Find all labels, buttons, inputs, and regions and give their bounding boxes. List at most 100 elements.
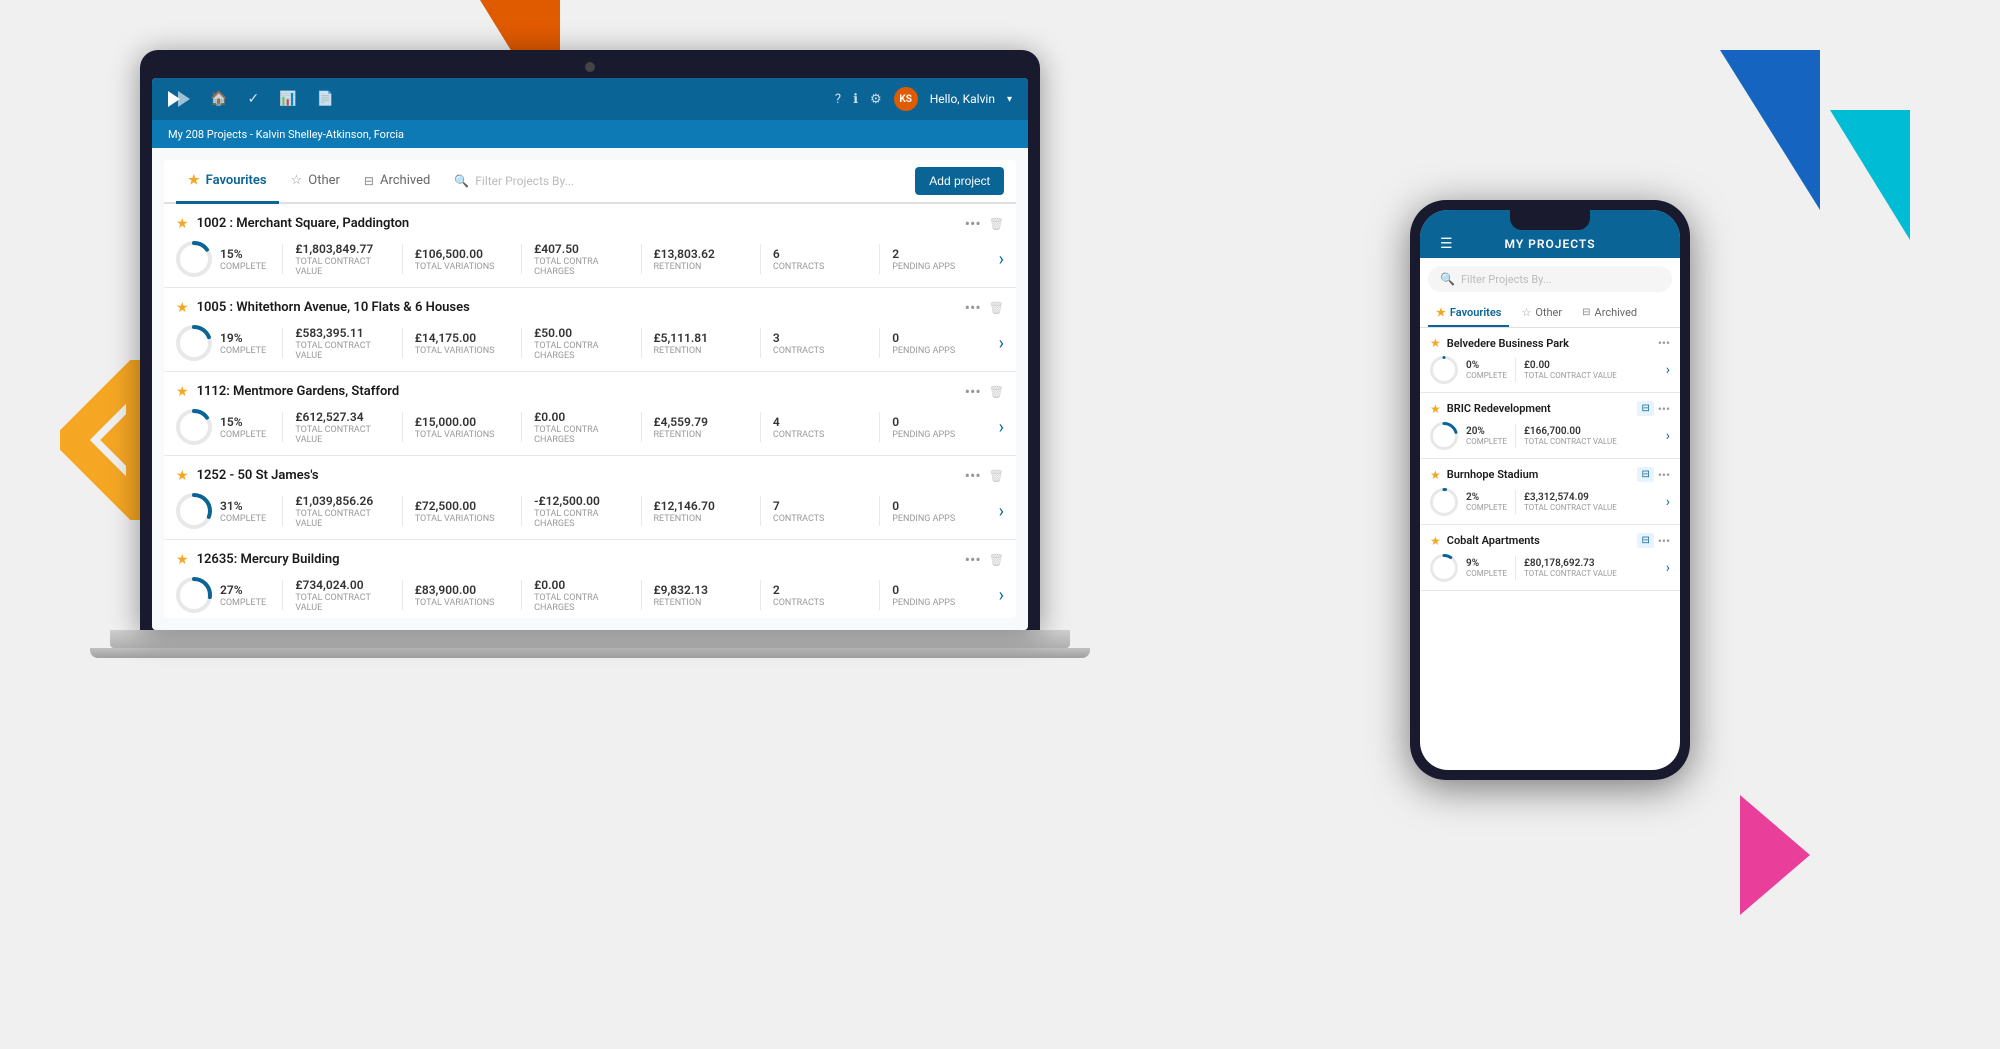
project-delete-button[interactable]: 🗑 (989, 301, 1004, 315)
project-actions: ••• 🗑 (965, 382, 1004, 401)
phone-stat-divider (1515, 424, 1516, 448)
stat-pending: 0 PENDING APPS (892, 331, 986, 356)
phone-stat-complete-label: COMPLETE (1466, 503, 1507, 512)
phone-search[interactable]: 🔍 Filter Projects By... (1428, 266, 1672, 292)
stat-complete-value: 19% (220, 331, 266, 345)
phone-dots-button[interactable]: ••• (1658, 534, 1670, 548)
phone-tab-archived-label: Archived (1595, 306, 1638, 319)
add-project-button[interactable]: Add project (915, 167, 1004, 195)
phone-tabs: ★ Favourites ☆ Other ⊟ Archived (1420, 300, 1680, 328)
phone-nav-arrow[interactable]: › (1666, 362, 1670, 378)
help-icon[interactable]: ? (835, 92, 841, 107)
project-item: ★ 12635: Mercury Building ••• 🗑 27% COMP… (164, 540, 1016, 618)
project-delete-button[interactable]: 🗑 (989, 217, 1004, 231)
phone-tab-favourites[interactable]: ★ Favourites (1428, 300, 1509, 327)
phone-project-header: ★ Burnhope Stadium ⊟ ••• (1430, 467, 1670, 482)
search-tab[interactable]: 🔍 Filter Projects By... (442, 174, 915, 188)
phone-project-actions: ⊟ ••• (1637, 401, 1670, 416)
dropdown-icon[interactable]: ▾ (1007, 94, 1012, 105)
project-delete-button[interactable]: 🗑 (989, 469, 1004, 483)
chart-icon[interactable]: 📊 (279, 91, 296, 107)
phone-project-item: ★ Burnhope Stadium ⊟ ••• 2% COMPLETE £3,… (1420, 459, 1680, 525)
phone-stat-complete-label: COMPLETE (1466, 437, 1507, 446)
phone-project-stats: 9% COMPLETE £80,178,692.73 TOTAL CONTRAC… (1430, 554, 1670, 582)
stat-contracts-value: 7 (773, 499, 824, 513)
project-nav-arrow[interactable]: › (999, 249, 1004, 270)
project-star-icon: ★ (176, 300, 189, 316)
stat-ret-value: £12,146.70 (654, 499, 715, 513)
phone-menu-icon[interactable]: ☰ (1440, 236, 1453, 252)
stat-tcv-label: TOTAL CONTRACT VALUE (295, 509, 389, 529)
project-dots-button[interactable]: ••• (965, 550, 981, 569)
stat-divider-3 (521, 580, 522, 610)
stat-pending-value: 0 (892, 331, 955, 345)
phone-docs-icon[interactable]: ⊟ (1637, 467, 1653, 482)
tab-other[interactable]: ☆ Other (279, 160, 352, 204)
phone-tab-other[interactable]: ☆ Other (1513, 300, 1570, 327)
stat-complete: 31% COMPLETE (176, 493, 270, 529)
phone-tab-favourites-label: Favourites (1450, 306, 1502, 319)
stat-tv-col: £72,500.00 TOTAL VARIATIONS (415, 499, 495, 524)
stat-tcv-label: TOTAL CONTRACT VALUE (295, 257, 389, 277)
phone-docs-icon[interactable]: ⊟ (1637, 533, 1653, 548)
user-avatar[interactable]: KS (894, 87, 918, 111)
tab-favourites[interactable]: ★ Favourites (176, 160, 279, 204)
stat-complete-col: 31% COMPLETE (220, 499, 266, 524)
project-title: 1252 - 50 St James's (197, 468, 319, 483)
stat-pending-col: 0 PENDING APPS (892, 415, 955, 440)
project-dots-button[interactable]: ••• (965, 466, 981, 485)
phone-nav-arrow[interactable]: › (1666, 494, 1670, 510)
stat-cc-col: -£12,500.00 TOTAL CONTRA CHARGES (534, 494, 628, 529)
stat-complete: 15% COMPLETE (176, 241, 270, 277)
phone-dots-button[interactable]: ••• (1658, 402, 1670, 416)
stat-complete: 15% COMPLETE (176, 409, 270, 445)
project-dots-button[interactable]: ••• (965, 298, 981, 317)
phone-stat-tcv: £3,312,574.09 TOTAL CONTRACT VALUE (1524, 492, 1617, 512)
phone-stat-tcv-value: £80,178,692.73 (1524, 558, 1617, 569)
stat-divider-5 (760, 412, 761, 442)
document-icon[interactable]: 📄 (317, 91, 334, 107)
project-nav-arrow[interactable]: › (999, 333, 1004, 354)
stat-ret-label: RETENTION (654, 346, 708, 356)
progress-ring (176, 577, 212, 613)
settings-icon[interactable]: ⚙ (870, 92, 882, 107)
stat-tcv-value: £1,803,849.77 (295, 242, 389, 256)
project-dots-button[interactable]: ••• (965, 382, 981, 401)
info-icon[interactable]: ℹ (853, 92, 858, 107)
stat-cc-label: TOTAL CONTRA CHARGES (534, 425, 628, 445)
stat-tv: £72,500.00 TOTAL VARIATIONS (415, 499, 509, 524)
project-nav-arrow[interactable]: › (999, 501, 1004, 522)
stat-contracts-col: 3 CONTRACTS (773, 331, 824, 356)
subheader-text: My 208 Projects - Kalvin Shelley-Atkinso… (168, 128, 404, 141)
phone-nav-arrow[interactable]: › (1666, 428, 1670, 444)
stat-ret-value: £13,803.62 (654, 247, 715, 261)
stat-cc-col: £0.00 TOTAL CONTRA CHARGES (534, 578, 628, 613)
phone-dots-button[interactable]: ••• (1658, 336, 1670, 350)
phone-docs-icon[interactable]: ⊟ (1637, 401, 1653, 416)
stat-ret: £13,803.62 RETENTION (654, 247, 748, 272)
stat-tcv-col: £1,803,849.77 TOTAL CONTRACT VALUE (295, 242, 389, 277)
stat-tv-col: £83,900.00 TOTAL VARIATIONS (415, 583, 495, 608)
phone-tab-archived[interactable]: ⊟ Archived (1574, 300, 1645, 327)
project-delete-button[interactable]: 🗑 (989, 553, 1004, 567)
project-delete-button[interactable]: 🗑 (989, 385, 1004, 399)
stat-divider (282, 328, 283, 358)
logo-arrow-2 (178, 91, 190, 107)
stat-divider-4 (641, 412, 642, 442)
project-dots-button[interactable]: ••• (965, 214, 981, 233)
phone-nav-arrow[interactable]: › (1666, 560, 1670, 576)
phone-stat-tcv-value: £166,700.00 (1524, 426, 1617, 437)
stat-pending-col: 0 PENDING APPS (892, 499, 955, 524)
check-icon[interactable]: ✓ (247, 91, 259, 107)
project-nav-arrow[interactable]: › (999, 417, 1004, 438)
project-nav-arrow[interactable]: › (999, 585, 1004, 606)
stat-divider-5 (760, 580, 761, 610)
home-icon[interactable]: 🏠 (210, 91, 227, 107)
phone-dots-button[interactable]: ••• (1658, 468, 1670, 482)
stat-ret: £12,146.70 RETENTION (654, 499, 748, 524)
phone-stat-complete-value: 9% (1466, 558, 1507, 569)
project-header: ★ 1002 : Merchant Square, Paddington •••… (176, 214, 1004, 233)
stat-divider-4 (641, 244, 642, 274)
tab-archived[interactable]: ⊟ Archived (352, 160, 442, 204)
stat-divider (282, 412, 283, 442)
